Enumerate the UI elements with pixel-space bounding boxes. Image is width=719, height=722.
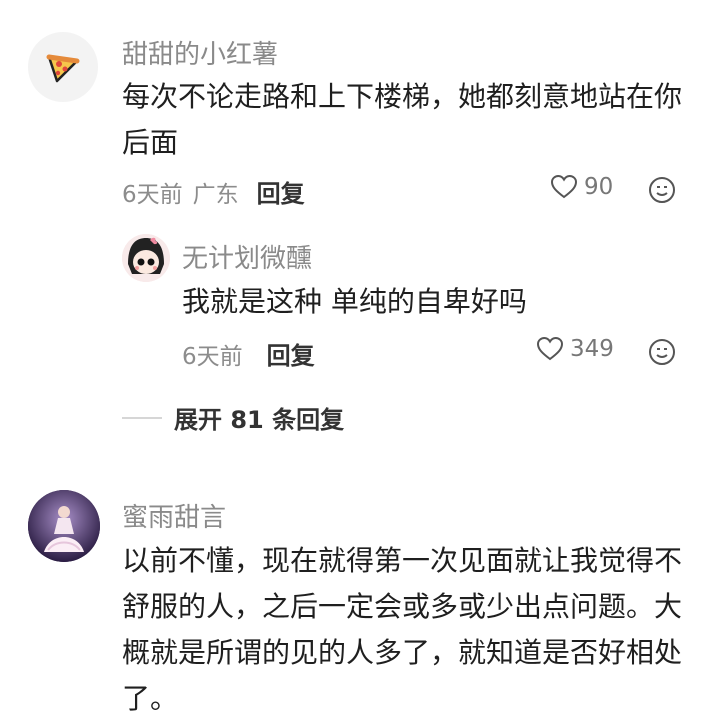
reply-button[interactable]: 回复 <box>267 336 315 371</box>
reply-meta: 6天前 回复 <box>182 336 315 371</box>
comment-text-line: 以前不懂，现在就得第一次见面就让我觉得不 <box>122 544 683 577</box>
cartoon-girl-avatar <box>122 234 170 282</box>
heart-icon <box>550 174 578 199</box>
comment-meta: 6天前 广东 回复 <box>122 174 305 209</box>
comment-location: 广东 <box>192 181 239 208</box>
reply-button[interactable]: 回复 <box>257 174 305 209</box>
like-button[interactable]: 349 <box>536 336 614 362</box>
reply-text: 我就是这种 单纯的自卑好吗 <box>182 285 527 318</box>
avatar[interactable] <box>28 490 100 562</box>
avatar[interactable] <box>122 234 170 282</box>
avatar[interactable] <box>28 32 98 102</box>
comment-author[interactable]: 蜜雨甜言 <box>122 497 226 534</box>
comment-text: 以前不懂，现在就得第一次见面就让我觉得不 舒服的人，之后一定会或多或少出点问题。… <box>122 538 712 722</box>
like-button[interactable]: 90 <box>550 174 613 200</box>
like-count: 90 <box>584 174 614 200</box>
heart-icon <box>536 336 564 361</box>
comment-text-line: 每次不论走路和上下楼梯，她都刻意地站在你 <box>122 80 683 113</box>
divider <box>122 416 162 419</box>
comment-text: 每次不论走路和上下楼梯，她都刻意地站在你 后面 <box>122 74 702 166</box>
reply-author[interactable]: 无计划微醺 <box>182 238 312 275</box>
reply-time: 6天前 <box>182 343 243 370</box>
comment-text-line: 了。 <box>122 682 179 715</box>
pizza-slice-icon <box>46 54 80 83</box>
comment-time: 6天前 <box>122 181 183 208</box>
comment-text-line: 后面 <box>122 126 179 159</box>
expand-replies-label: 展开 81 条回复 <box>174 406 345 434</box>
comment-author[interactable]: 甜甜的小红薯 <box>122 34 278 71</box>
emoji-reaction-icon[interactable] <box>648 338 676 366</box>
like-count: 349 <box>570 336 614 362</box>
comment-text-line: 舒服的人，之后一定会或多或少出点问题。大 <box>122 590 683 623</box>
comment-text-line: 概就是所谓的见的人多了，就知道是否好相处 <box>122 636 683 669</box>
expand-replies-button[interactable]: 展开 81 条回复 <box>122 400 344 435</box>
emoji-reaction-icon[interactable] <box>648 176 676 204</box>
dancer-photo-avatar <box>28 490 100 562</box>
